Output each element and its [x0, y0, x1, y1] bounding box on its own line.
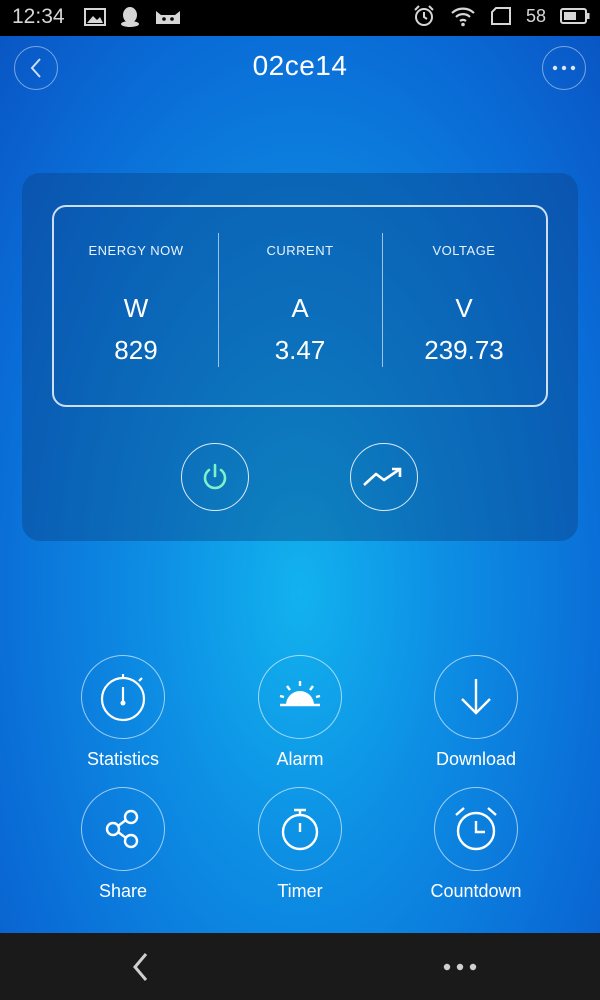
power-button[interactable]: [181, 443, 249, 511]
status-time: 12:34: [12, 5, 65, 28]
reading-unit: A: [291, 293, 309, 323]
power-icon: [203, 463, 227, 490]
feature-label: Share: [98, 881, 148, 901]
reading-value: 829: [114, 335, 158, 365]
timer-button[interactable]: Timer: [230, 787, 370, 902]
device-panel: ENERGY NOW W 829 CURRENT A 3.47 VOLTAGE …: [22, 173, 578, 541]
reading-voltage: VOLTAGE V 239.73: [382, 207, 546, 405]
reading-current: CURRENT A 3.47: [218, 207, 382, 405]
feature-label: Timer: [277, 881, 323, 901]
reading-energy: ENERGY NOW W 829: [54, 207, 218, 405]
qq-icon: [121, 7, 139, 27]
reading-label: ENERGY NOW: [88, 243, 184, 258]
reading-label: CURRENT: [266, 243, 334, 258]
share-button[interactable]: Share: [53, 787, 193, 902]
more-dots-icon: [443, 963, 477, 971]
system-nav-bar: [0, 933, 600, 1000]
statistics-button[interactable]: Statistics: [53, 655, 193, 770]
reading-unit: W: [123, 293, 149, 323]
nav-menu-button[interactable]: [438, 947, 482, 987]
trend-icon: [363, 467, 402, 486]
app-screen: 02ce14 ENERGY NOW W 829 CURRENT A 3.47 V…: [0, 36, 600, 933]
reading-value: 239.73: [424, 335, 504, 365]
chevron-left-icon: [133, 953, 148, 981]
sim-icon: [490, 7, 511, 25]
nav-back-button[interactable]: [120, 947, 160, 987]
alarm-status-icon: [414, 5, 434, 26]
arrow-down-icon: [461, 679, 491, 715]
cat-icon: [156, 11, 180, 24]
sunrise-icon: [279, 681, 321, 707]
feature-label: Download: [435, 749, 517, 769]
reading-unit: V: [455, 293, 473, 323]
share-icon: [105, 809, 139, 849]
feature-label: Statistics: [86, 749, 160, 769]
page-title: 02ce14: [252, 50, 348, 81]
download-button[interactable]: Download: [406, 655, 546, 770]
feature-label: Countdown: [430, 881, 522, 901]
timer-icon: [281, 808, 319, 851]
image-icon: [84, 8, 106, 26]
alarm-clock-icon: [455, 807, 497, 851]
stopwatch-icon: [100, 674, 146, 722]
status-bar: 12:34 58: [0, 0, 600, 36]
reading-value: 3.47: [274, 335, 326, 365]
more-dots-icon: [552, 65, 576, 71]
readings-box: ENERGY NOW W 829 CURRENT A 3.47 VOLTAGE …: [52, 205, 548, 407]
battery-icon: [560, 8, 590, 24]
countdown-button[interactable]: Countdown: [406, 787, 546, 902]
feature-label: Alarm: [276, 749, 324, 769]
battery-level: 58: [525, 5, 546, 26]
wifi-icon: [451, 7, 475, 27]
reading-label: VOLTAGE: [432, 243, 496, 258]
alarm-button[interactable]: Alarm: [230, 655, 370, 770]
more-button[interactable]: [542, 46, 586, 90]
trend-button[interactable]: [350, 443, 418, 511]
